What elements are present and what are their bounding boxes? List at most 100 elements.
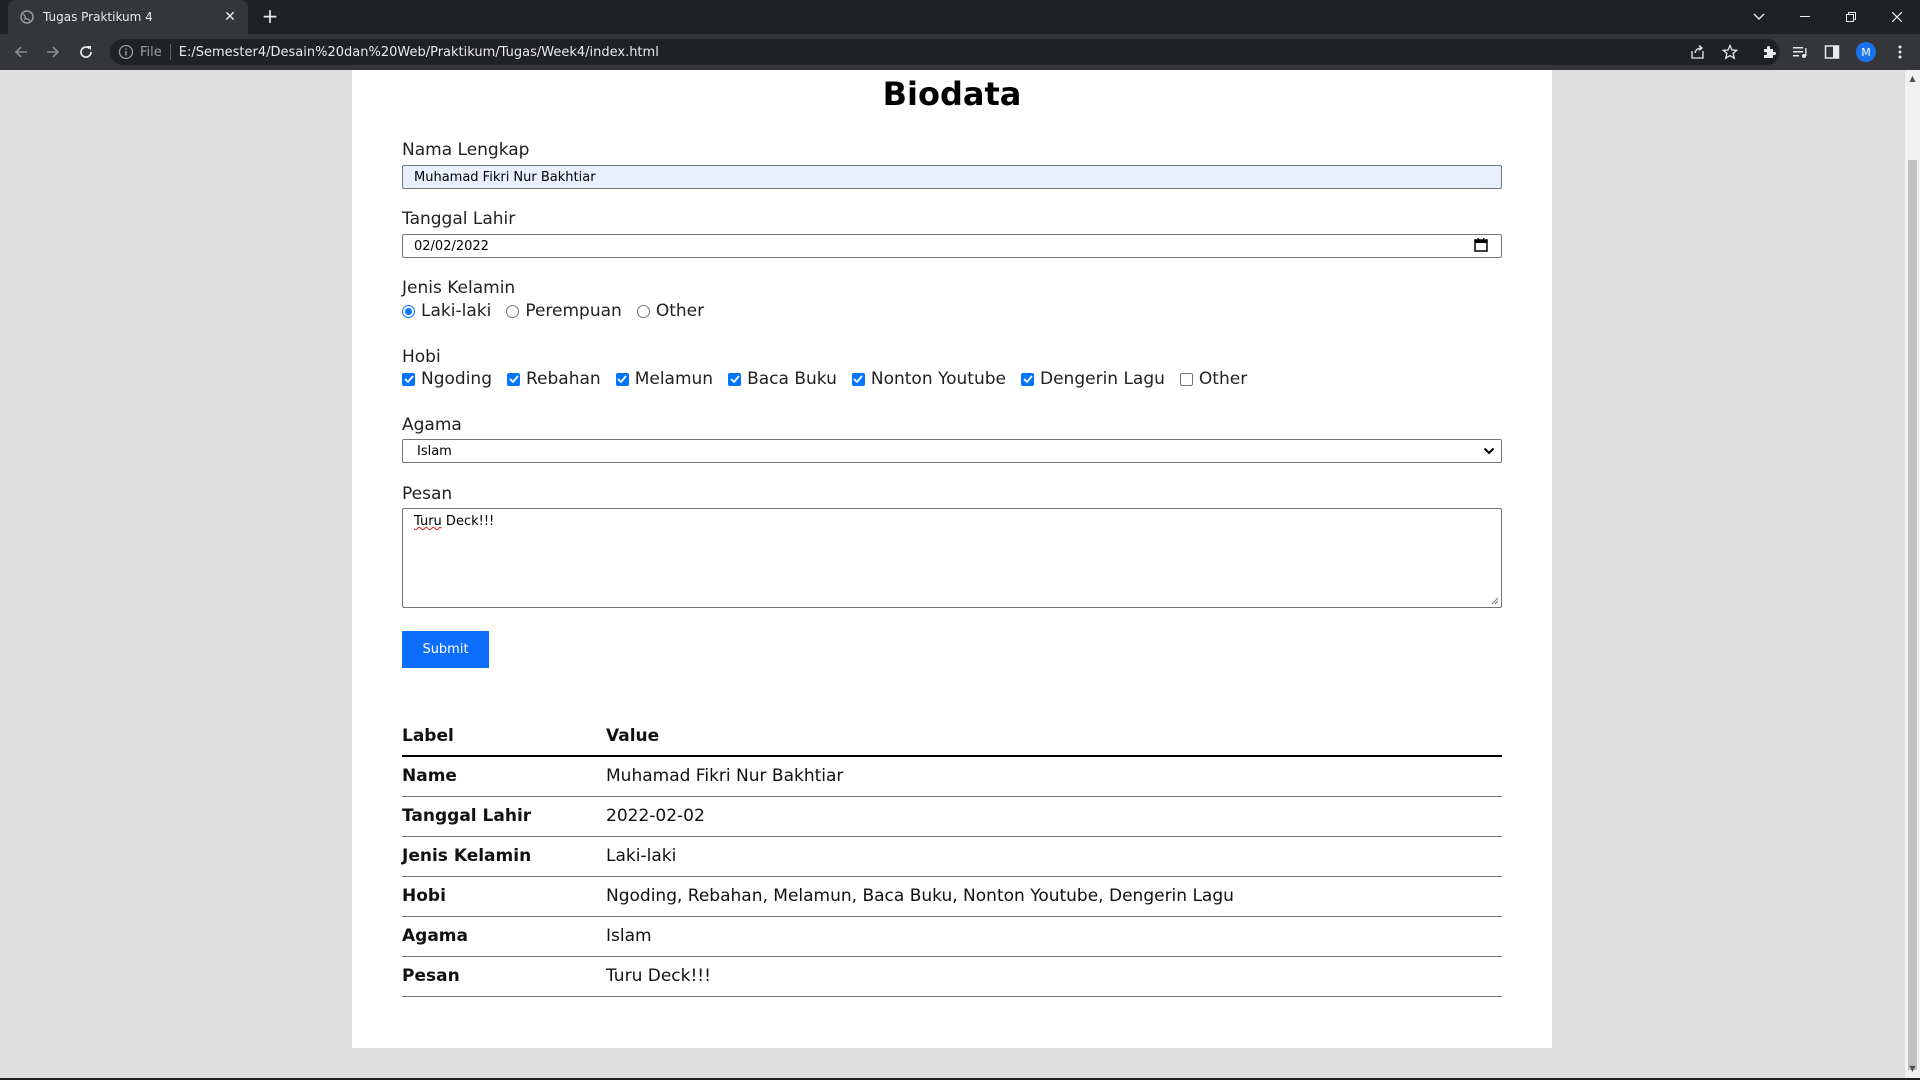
checkbox-melamun[interactable]: Melamun (615, 369, 714, 389)
checkbox-label: Other (1198, 369, 1248, 389)
checkbox-label: Ngoding (421, 369, 492, 389)
table-row: Tanggal Lahir 2022-02-02 (402, 796, 1502, 837)
tanggal-lahir-input[interactable]: 02/02/2022 (402, 234, 1502, 258)
browser-toolbar: File E:/Semester4/Desain%20dan%20Web/Pra… (0, 34, 1920, 70)
extensions-puzzle-icon[interactable] (1759, 42, 1779, 62)
checkbox-label: Baca Buku (747, 369, 837, 389)
radio-perempuan[interactable]: Perempuan (506, 301, 622, 321)
submit-button[interactable]: Submit (402, 631, 489, 668)
hobi-checkbox-group: Ngoding Rebahan Melamun Baca Buku Nonton… (402, 369, 1262, 389)
checkbox[interactable] (615, 372, 629, 386)
info-icon[interactable] (118, 44, 134, 60)
table-row: Jenis Kelamin Laki-laki (402, 836, 1502, 877)
nama-lengkap-input[interactable]: Muhamad Fikri Nur Bakhtiar (402, 165, 1502, 189)
checkbox-label: Dengerin Lagu (1040, 369, 1165, 389)
checkbox-rebahan[interactable]: Rebahan (507, 369, 601, 389)
checkbox[interactable] (728, 372, 742, 386)
checkbox[interactable] (851, 372, 865, 386)
radio-label: Laki-laki (421, 301, 492, 321)
radio-button[interactable] (636, 304, 650, 318)
url-text[interactable]: E:/Semester4/Desain%20dan%20Web/Praktiku… (179, 45, 659, 60)
checkbox-other[interactable]: Other (1179, 369, 1248, 389)
row-value: Turu Deck!!! (606, 956, 1502, 997)
share-icon[interactable] (1688, 42, 1708, 62)
media-playlist-icon[interactable] (1790, 42, 1810, 62)
tab-strip: Tugas Praktikum 4 ✕ + (0, 0, 1920, 34)
chevron-down-icon (1483, 444, 1495, 459)
checkbox-label: Rebahan (526, 369, 601, 389)
globe-icon (20, 10, 34, 24)
table-header-row: Label Value (402, 716, 1502, 757)
row-label: Tanggal Lahir (402, 796, 606, 837)
result-table: Label Value Name Muhamad Fikri Nur Bakht… (402, 716, 1502, 997)
radio-laki-laki[interactable]: Laki-laki (402, 301, 491, 321)
pesan-label: Pesan (402, 484, 453, 504)
checkbox-ngoding[interactable]: Ngoding (402, 369, 492, 389)
browser-tab[interactable]: Tugas Praktikum 4 ✕ (8, 0, 248, 34)
tab-title: Tugas Praktikum 4 (43, 10, 153, 24)
url-scheme: File (140, 44, 162, 60)
table-row: Hobi Ngoding, Rebahan, Melamun, Baca Buk… (402, 876, 1502, 917)
radio-label: Perempuan (525, 301, 622, 321)
pesan-value: Turu Deck!!! (414, 514, 494, 529)
tab-search-icon[interactable] (1736, 0, 1782, 34)
bookmark-star-icon[interactable] (1720, 42, 1740, 62)
divider (169, 44, 171, 60)
restore-button[interactable] (1828, 0, 1874, 34)
table-row: Pesan Turu Deck!!! (402, 956, 1502, 997)
checkbox-label: Nonton Youtube (870, 369, 1006, 389)
scroll-up-arrow-icon[interactable]: ▲ (1908, 74, 1917, 84)
profile-avatar[interactable]: M (1856, 42, 1876, 62)
back-button[interactable] (9, 40, 33, 64)
checkbox[interactable] (1179, 372, 1193, 386)
row-label: Hobi (402, 876, 606, 917)
table-row: Agama Islam (402, 916, 1502, 957)
nama-label: Nama Lengkap (402, 140, 530, 160)
checkbox[interactable] (402, 372, 415, 386)
side-panel-icon[interactable] (1822, 42, 1842, 62)
jenis-kelamin-label: Jenis Kelamin (402, 278, 516, 298)
address-bar[interactable]: File E:/Semester4/Desain%20dan%20Web/Pra… (110, 39, 1780, 65)
row-label: Pesan (402, 956, 606, 997)
checkbox-label: Melamun (634, 369, 714, 389)
row-value: Laki-laki (606, 836, 1502, 877)
biodata-card: Biodata Nama Lengkap Muhamad Fikri Nur B… (352, 70, 1552, 1048)
page-title: Biodata (882, 75, 1022, 113)
agama-label: Agama (402, 415, 462, 435)
scroll-down-arrow-icon[interactable]: ▼ (1908, 1064, 1917, 1074)
checkbox-nonton-youtube[interactable]: Nonton Youtube (851, 369, 1006, 389)
row-value: Islam (606, 916, 1502, 957)
new-tab-button[interactable]: + (260, 6, 280, 27)
pesan-rest: Deck!!! (441, 514, 495, 529)
radio-button[interactable] (402, 304, 415, 318)
pesan-textarea[interactable]: Turu Deck!!! (402, 508, 1502, 608)
row-label: Name (402, 756, 606, 797)
row-value: Muhamad Fikri Nur Bakhtiar (606, 756, 1502, 797)
resize-grip-icon[interactable] (1491, 597, 1499, 605)
forward-button[interactable] (41, 40, 65, 64)
scroll-thumb[interactable] (1908, 160, 1917, 1070)
radio-button[interactable] (506, 304, 520, 318)
close-window-button[interactable] (1874, 0, 1920, 34)
agama-select[interactable]: Islam (402, 439, 1502, 463)
checkbox[interactable] (507, 372, 520, 386)
table-row: Name Muhamad Fikri Nur Bakhtiar (402, 756, 1502, 797)
checkbox-dengerin-lagu[interactable]: Dengerin Lagu (1021, 369, 1165, 389)
row-value: Ngoding, Rebahan, Melamun, Baca Buku, No… (606, 876, 1502, 917)
minimize-button[interactable] (1782, 0, 1828, 34)
header-label: Label (402, 716, 606, 757)
checkbox[interactable] (1021, 372, 1034, 386)
agama-selected-value: Islam (417, 443, 452, 459)
checkbox-baca-buku[interactable]: Baca Buku (728, 369, 837, 389)
calendar-icon[interactable] (1474, 238, 1490, 254)
close-tab-icon[interactable]: ✕ (222, 9, 238, 25)
reload-button[interactable] (74, 40, 98, 64)
gender-radio-group: Laki-laki Perempuan Other (402, 301, 719, 321)
radio-other[interactable]: Other (636, 301, 704, 321)
nama-lengkap-value: Muhamad Fikri Nur Bakhtiar (414, 169, 596, 185)
row-value: 2022-02-02 (606, 796, 1502, 837)
tanggal-label: Tanggal Lahir (402, 209, 516, 229)
vertical-scrollbar[interactable]: ▲ ▼ (1905, 70, 1920, 1078)
row-label: Jenis Kelamin (402, 836, 606, 877)
kebab-menu-icon[interactable] (1890, 42, 1910, 62)
